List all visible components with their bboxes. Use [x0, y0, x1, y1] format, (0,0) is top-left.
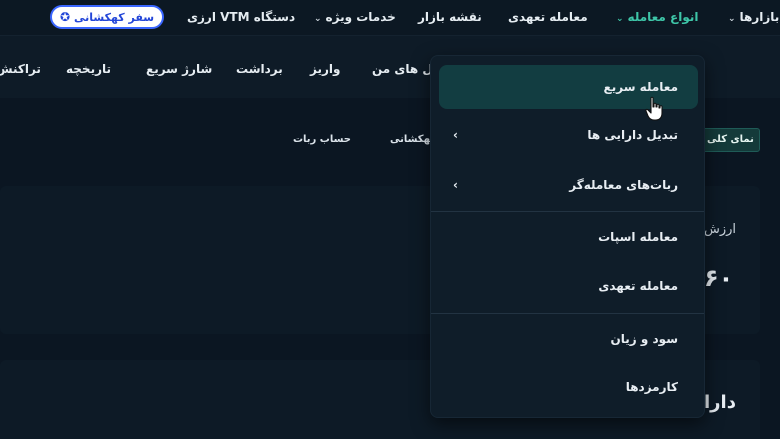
chevron-down-icon: ⌄ — [616, 14, 624, 24]
tab-bot-account[interactable]: حساب ربات — [293, 134, 351, 145]
subnav-history[interactable]: تاریخچه — [66, 62, 111, 76]
nav-markets[interactable]: بازارها⌄ — [728, 10, 779, 24]
nav-trade-types-label: انواع معامله — [627, 10, 699, 24]
galaxy-journey-button[interactable]: سفر کهکشانی ✪ — [50, 5, 164, 29]
nav-vtm-device[interactable]: دستگاه VTM ارزی — [187, 10, 295, 24]
subnav-deposit[interactable]: واریز — [310, 62, 340, 76]
portfolio-value-label: ارزش — [704, 222, 737, 237]
menu-item-profit-loss-label: سود و زیان — [610, 332, 678, 346]
nav-margin-trade[interactable]: معامله تعهدی — [508, 10, 588, 24]
hand-pointer-icon — [645, 96, 663, 121]
nav-margin-trade-label: معامله تعهدی — [508, 10, 588, 24]
chevron-right-icon: › — [453, 128, 458, 142]
menu-item-quick-trade-label: معامله سریع — [603, 80, 678, 94]
menu-item-profit-loss[interactable]: سود و زیان — [439, 317, 698, 361]
nav-market-map-label: نقشه بازار — [418, 10, 482, 24]
chevron-down-icon: ⌄ — [314, 14, 322, 24]
nav-markets-label: بازارها — [739, 10, 780, 24]
menu-item-fees-label: کارمزدها — [625, 380, 678, 394]
nav-special-services-label: خدمات ویژه — [325, 10, 396, 24]
menu-item-spot-trade[interactable]: معامله اسپات — [439, 215, 698, 259]
menu-item-margin-trade[interactable]: معامله تعهدی — [439, 264, 698, 308]
top-navigation: بازارها⌄ انواع معامله⌄ معامله تعهدی نقشه… — [0, 0, 780, 36]
menu-item-spot-trade-label: معامله اسپات — [598, 230, 678, 244]
tab-overview[interactable]: نمای کلی — [700, 128, 760, 152]
nav-market-map[interactable]: نقشه بازار — [418, 10, 482, 24]
chevron-down-icon: ⌄ — [728, 14, 736, 24]
portfolio-value-amount: ۶۰ — [704, 264, 734, 292]
nav-special-services[interactable]: خدمات ویژه⌄ — [314, 10, 396, 24]
menu-divider — [431, 313, 704, 314]
subnav-transactions[interactable]: تراکنش — [0, 62, 41, 76]
menu-item-margin-trade-label: معامله تعهدی — [598, 279, 678, 293]
menu-item-trading-bots[interactable]: ربات‌های معامله‌گر › — [439, 163, 698, 207]
menu-item-fees[interactable]: کارمزدها — [439, 365, 698, 409]
subnav-withdraw[interactable]: برداشت — [236, 62, 283, 76]
subnav-my-wallets[interactable]: ل های من — [372, 62, 433, 76]
nav-trade-types[interactable]: انواع معامله⌄ — [616, 10, 699, 24]
chevron-right-icon: › — [453, 178, 458, 192]
star-icon: ✪ — [59, 10, 71, 24]
menu-item-convert-assets-label: تبدیل دارایی ها — [587, 128, 678, 142]
subnav-quick-charge[interactable]: شارژ سریع — [146, 62, 212, 76]
assets-label: دارا — [704, 392, 736, 413]
nav-vtm-device-label: دستگاه VTM ارزی — [187, 10, 296, 24]
menu-divider — [431, 211, 704, 212]
galaxy-journey-label: سفر کهکشانی — [74, 10, 155, 24]
menu-item-trading-bots-label: ربات‌های معامله‌گر — [569, 178, 678, 192]
